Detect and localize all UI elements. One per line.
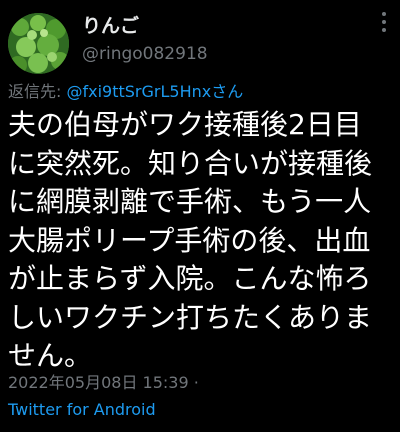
tweet-timestamp[interactable]: 2022年05月08日 15:39 · xyxy=(8,372,199,394)
tweet-body-line: せん。 xyxy=(8,339,93,372)
more-options-icon[interactable] xyxy=(374,10,394,34)
tweet-body-line: に突然死。知り合いが接種後 xyxy=(8,146,373,180)
avatar[interactable] xyxy=(8,13,69,74)
more-dot xyxy=(382,28,386,32)
tweet-body-line: 大腸ポリープ手術の後、出血 xyxy=(8,223,371,257)
display-name[interactable]: りんご xyxy=(82,14,139,38)
more-dot xyxy=(382,20,386,24)
reply-honorific: さん xyxy=(211,82,244,101)
tweet: りんご @ringo082918 返信先: @fxi9ttSrGrL5Hnxさん… xyxy=(0,0,400,432)
reply-context: 返信先: @fxi9ttSrGrL5Hnxさん xyxy=(8,81,243,103)
avatar-image xyxy=(8,13,69,74)
tweet-body-line: しいワクチン打ちたくありま xyxy=(8,300,373,334)
user-handle[interactable]: @ringo082918 xyxy=(82,43,208,65)
tweet-body-line: に網膜剥離で手術、もう一人 xyxy=(8,185,372,218)
tweet-body-line: が止まらず入院。こんな怖ろ xyxy=(8,262,372,295)
more-dot xyxy=(382,12,386,16)
tweet-source-link[interactable]: Twitter for Android xyxy=(8,399,156,421)
tweet-body-line: 夫の伯母がワク接種後2日目 xyxy=(8,108,362,141)
reply-user-link[interactable]: @fxi9ttSrGrL5Hnx xyxy=(66,82,211,101)
tweet-body: 夫の伯母がワク接種後2日目 に突然死。知り合いが接種後 に網膜剥離で手術、もう一… xyxy=(8,106,392,376)
reply-prefix: 返信先: xyxy=(8,82,67,101)
